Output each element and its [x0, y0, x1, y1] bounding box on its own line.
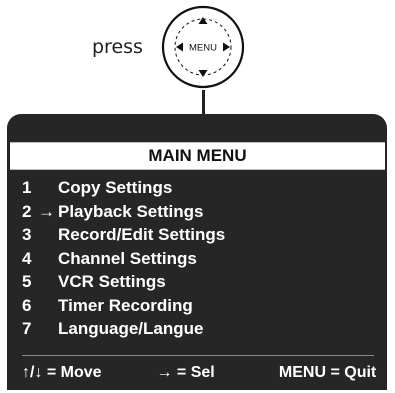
footer-divider [22, 355, 374, 356]
menu-footer: ↑/↓ = Move → = Sel MENU = Quit [22, 364, 376, 382]
connector-line [202, 90, 205, 116]
menu-title-bar: MAIN MENU [10, 142, 385, 170]
menu-item-vcr-settings[interactable]: 5 VCR Settings [22, 270, 225, 294]
menu-item-label: Record/Edit Settings [58, 225, 226, 244]
menu-cursor [38, 317, 58, 341]
menu-dial-button[interactable]: MENU [160, 4, 246, 90]
menu-item-record-edit-settings[interactable]: 3 Record/Edit Settings [22, 223, 225, 247]
menu-item-language[interactable]: 7 Language/Langue [22, 317, 225, 341]
menu-cursor [38, 294, 58, 318]
menu-cursor-arrow-icon: → [38, 201, 55, 221]
menu-item-number: 7 [22, 319, 32, 338]
dial-center-label: MENU [189, 43, 217, 54]
menu-item-channel-settings[interactable]: 4 Channel Settings [22, 247, 225, 271]
menu-item-label: Playback Settings [58, 201, 204, 221]
menu-item-playback-settings[interactable]: 2 → Playback Settings [22, 200, 225, 224]
menu-item-number: 2 [22, 201, 32, 221]
menu-item-number: 5 [22, 272, 32, 291]
footer-quit-hint: MENU = Quit [278, 364, 377, 381]
menu-item-label: Timer Recording [58, 295, 193, 315]
menu-item-label: Copy Settings [58, 178, 173, 197]
menu-item-label: Channel Settings [58, 248, 197, 268]
menu-title: MAIN MENU [148, 146, 247, 165]
menu-item-number: 4 [22, 248, 32, 268]
menu-cursor [38, 270, 58, 294]
menu-cursor [38, 176, 58, 200]
menu-item-timer-recording[interactable]: 6 Timer Recording [22, 294, 225, 318]
menu-item-number: 6 [22, 295, 32, 315]
menu-item-copy-settings[interactable]: 1 Copy Settings [22, 176, 225, 200]
dial-graphic: MENU [161, 5, 245, 89]
main-menu-list: 1 Copy Settings 2 → Playback Settings 3 … [22, 176, 225, 341]
footer-move-hint: ↑/↓ = Move [22, 364, 102, 381]
menu-item-label: VCR Settings [58, 272, 166, 291]
menu-item-number: 1 [22, 178, 32, 197]
press-label: press [92, 36, 143, 58]
menu-cursor [38, 223, 58, 247]
menu-cursor [38, 247, 58, 271]
menu-item-number: 3 [22, 225, 32, 244]
menu-item-label: Language/Langue [58, 319, 204, 338]
footer-select-hint: → = Sel [156, 364, 215, 381]
